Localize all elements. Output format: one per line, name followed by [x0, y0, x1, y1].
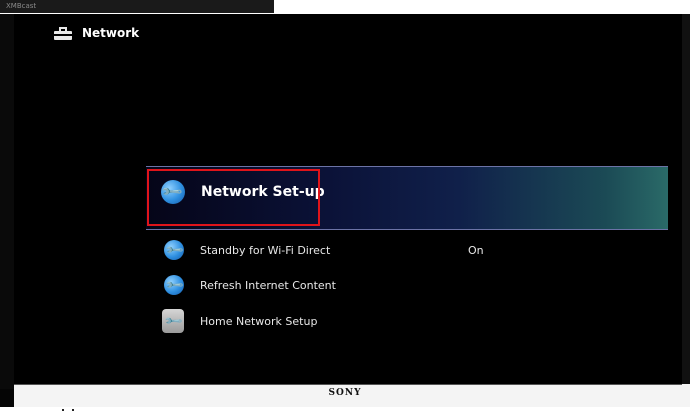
menu-item-label: Standby for Wi-Fi Direct	[200, 243, 331, 257]
standby-wifi-direct-value: On	[468, 244, 484, 257]
menu-item-label: Refresh Internet Content	[200, 278, 336, 292]
home-network-wrench-icon: 🔧	[162, 309, 184, 333]
wrench-icon: 🔧	[163, 274, 185, 296]
bezel-divider	[14, 384, 682, 385]
right-bezel	[681, 14, 690, 389]
left-bezel	[0, 14, 14, 389]
red-highlight-box	[147, 169, 320, 226]
tv-frame: XMBcast Network 🔧 Network Set-up 🔧 Stand…	[0, 0, 690, 411]
menu-item-home-network-setup[interactable]: 🔧 Home Network Setup	[162, 309, 317, 333]
brand-logo: SONY	[328, 388, 362, 398]
toolbox-icon	[54, 26, 72, 40]
top-strip-text: XMBcast	[6, 2, 37, 10]
top-strip: XMBcast	[0, 0, 690, 14]
wrench-icon: 🔧	[163, 239, 185, 261]
category-header: Network	[54, 26, 139, 40]
category-label: Network	[82, 26, 140, 40]
menu-item-refresh-internet-content[interactable]: 🔧 Refresh Internet Content	[164, 275, 336, 295]
menu-item-label: Home Network Setup	[200, 314, 318, 328]
menu-item-standby-wifi-direct[interactable]: 🔧 Standby for Wi-Fi Direct	[163, 239, 331, 261]
top-strip-dark: XMBcast	[0, 0, 274, 13]
